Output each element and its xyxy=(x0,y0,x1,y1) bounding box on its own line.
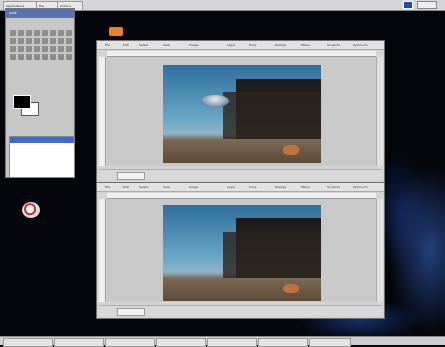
align-icon[interactable] xyxy=(66,54,72,60)
photo-building-shadow xyxy=(223,92,321,146)
measure-icon[interactable] xyxy=(18,38,24,44)
desktop-launcher-label xyxy=(12,221,54,227)
rect-select-icon[interactable] xyxy=(10,30,16,36)
menu-filters[interactable]: Filters xyxy=(301,184,310,190)
menu-tools[interactable]: Tools xyxy=(249,184,256,190)
image-window-top: File Edit Select View Image Layer Tools … xyxy=(96,40,385,183)
unit-dropdown[interactable] xyxy=(117,172,145,180)
menu-python-fu[interactable]: Python-Fu xyxy=(353,184,368,190)
gimp-toolbox-window: GIMP xyxy=(5,8,75,178)
rotate-icon[interactable] xyxy=(42,38,48,44)
perspective-icon[interactable] xyxy=(66,38,72,44)
pencil-icon[interactable] xyxy=(42,46,48,52)
taskbar-item[interactable] xyxy=(156,338,206,347)
toolbox-titlebar[interactable]: GIMP xyxy=(6,9,74,18)
photo-layer[interactable] xyxy=(163,65,321,163)
taskbar-item[interactable] xyxy=(54,338,104,347)
blur-icon[interactable] xyxy=(42,54,48,60)
blend-icon[interactable] xyxy=(34,46,40,52)
menu-image[interactable]: Image xyxy=(189,42,198,48)
clock-applet[interactable] xyxy=(417,1,437,9)
tool-grid xyxy=(9,29,73,61)
clone-icon[interactable] xyxy=(18,54,24,60)
foreground-color-swatch[interactable] xyxy=(13,95,31,109)
menu-view[interactable]: View xyxy=(163,42,170,48)
crop-icon[interactable] xyxy=(34,38,40,44)
image-canvas[interactable] xyxy=(107,57,376,166)
flip-icon[interactable] xyxy=(10,46,16,52)
taskbar-item[interactable] xyxy=(105,338,155,347)
photo-rock xyxy=(283,283,299,294)
perspective-clone-icon[interactable] xyxy=(34,54,40,60)
unit-dropdown[interactable] xyxy=(117,308,145,316)
menu-script-fu[interactable]: Script-Fu xyxy=(327,184,340,190)
eraser-icon[interactable] xyxy=(58,46,64,52)
vertical-scrollbar[interactable] xyxy=(376,57,383,166)
zoom-icon[interactable] xyxy=(10,38,16,44)
vertical-ruler xyxy=(99,199,106,302)
status-bar xyxy=(99,305,382,316)
menu-file[interactable]: File xyxy=(105,184,110,190)
menu-view[interactable]: View xyxy=(163,184,170,190)
desktop-launcher-icon[interactable] xyxy=(22,202,40,218)
ink-icon[interactable] xyxy=(10,54,16,60)
smudge-icon[interactable] xyxy=(50,54,56,60)
heal-icon[interactable] xyxy=(26,54,32,60)
menu-dialogs[interactable]: Dialogs xyxy=(275,42,286,48)
vertical-scrollbar[interactable] xyxy=(376,199,383,302)
bucket-fill-icon[interactable] xyxy=(26,46,32,52)
tray-network-icon[interactable] xyxy=(403,1,413,9)
status-bar xyxy=(99,169,382,180)
menu-edit[interactable]: Edit xyxy=(123,184,129,190)
orange-launcher-icon[interactable] xyxy=(109,27,123,36)
move-icon[interactable] xyxy=(26,38,32,44)
menu-layer[interactable]: Layer xyxy=(227,42,235,48)
menu-select[interactable]: Select xyxy=(139,184,148,190)
menu-edit[interactable]: Edit xyxy=(123,42,129,48)
selected-option-row[interactable] xyxy=(10,137,74,143)
image-canvas[interactable] xyxy=(107,199,376,302)
free-select-icon[interactable] xyxy=(26,30,32,36)
photo-rock xyxy=(283,145,299,156)
menu-select[interactable]: Select xyxy=(139,42,148,48)
tool-options-panel xyxy=(9,136,75,178)
scale-icon[interactable] xyxy=(50,38,56,44)
paths-icon[interactable] xyxy=(58,30,64,36)
taskbar-item[interactable] xyxy=(207,338,257,347)
image-menubar: File Edit Select View Image Layer Tools … xyxy=(97,41,384,50)
scissors-icon[interactable] xyxy=(50,30,56,36)
paintbrush-icon[interactable] xyxy=(50,46,56,52)
menu-script-fu[interactable]: Script-Fu xyxy=(327,42,340,48)
menu-tools[interactable]: Tools xyxy=(249,42,256,48)
fuzzy-select-icon[interactable] xyxy=(34,30,40,36)
text-icon[interactable] xyxy=(18,46,24,52)
menu-layer[interactable]: Layer xyxy=(227,184,235,190)
ellipse-select-icon[interactable] xyxy=(18,30,24,36)
image-menubar: File Edit Select View Image Layer Tools … xyxy=(97,183,384,192)
color-select-icon[interactable] xyxy=(42,30,48,36)
dodge-icon[interactable] xyxy=(58,54,64,60)
photo-layer[interactable] xyxy=(163,205,321,301)
vertical-ruler xyxy=(99,57,106,166)
image-window-bottom: File Edit Select View Image Layer Tools … xyxy=(96,182,385,319)
color-picker-icon[interactable] xyxy=(66,30,72,36)
bottom-taskbar xyxy=(0,336,445,347)
airbrush-icon[interactable] xyxy=(66,46,72,52)
menu-dialogs[interactable]: Dialogs xyxy=(275,184,286,190)
taskbar-item[interactable] xyxy=(309,338,351,347)
taskbar-item[interactable] xyxy=(258,338,308,347)
shear-icon[interactable] xyxy=(58,38,64,44)
taskbar-item[interactable] xyxy=(3,338,53,347)
menu-file[interactable]: File xyxy=(105,42,110,48)
menu-python-fu[interactable]: Python-Fu xyxy=(353,42,368,48)
menu-image[interactable]: Image xyxy=(189,184,198,190)
menu-filters[interactable]: Filters xyxy=(301,42,310,48)
photo-building-shadow xyxy=(223,231,321,284)
